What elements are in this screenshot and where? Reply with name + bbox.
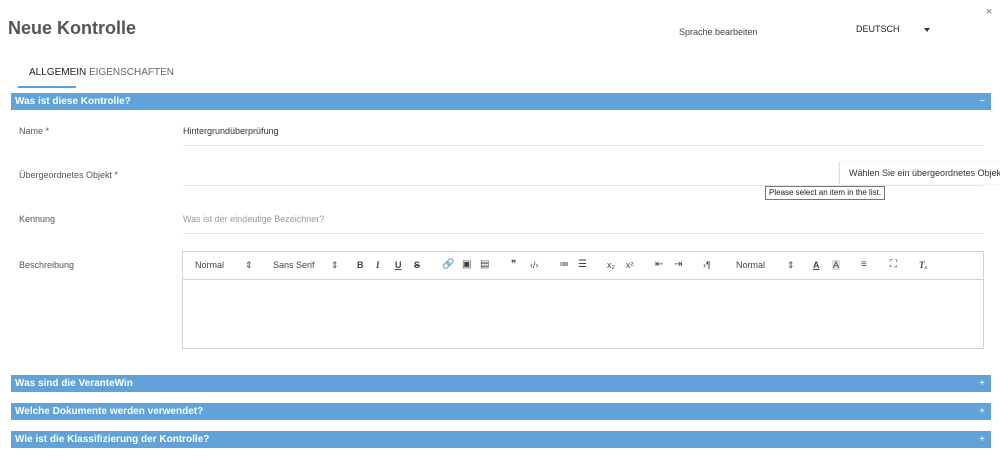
chevron-updown-icon: ⇕ — [331, 260, 339, 270]
dialog-title: Neue Kontrolle — [8, 18, 137, 38]
underline-button[interactable]: U — [395, 260, 402, 270]
size-select[interactable]: Normal — [736, 260, 765, 270]
chevron-updown-icon: ⇕ — [787, 260, 795, 270]
section-title: Was ist diese Kontrolle? — [15, 96, 131, 107]
align-icon[interactable]: ≡ — [861, 259, 867, 270]
tab-allgemein[interactable]: ALLGEMEIN — [29, 67, 86, 78]
bold-button[interactable]: B — [357, 260, 364, 270]
language-label: Sprache bearbeiten — [679, 27, 758, 37]
section-title: Was sind die VeranteWin — [15, 378, 133, 389]
id-label: Kennung — [19, 214, 56, 224]
chevron-down-icon — [924, 28, 930, 32]
italic-button[interactable]: I — [376, 260, 380, 270]
clear-format-icon[interactable]: Tₓ — [919, 260, 928, 270]
link-icon[interactable]: 🔗 — [442, 259, 454, 270]
description-textarea[interactable] — [183, 280, 983, 349]
id-field[interactable]: Was ist der eindeutige Bezeichner? — [183, 214, 983, 234]
strike-button[interactable]: S — [414, 260, 420, 270]
background-color-icon[interactable]: A — [832, 260, 841, 270]
parent-object-tooltip: Wählen Sie ein übergeordnetes Objekt — [839, 162, 1000, 184]
ordered-list-icon[interactable]: ≔ — [559, 259, 569, 270]
rtl-direction-icon[interactable]: ›¶ — [703, 260, 711, 270]
editor-toolbar: Normal ⇕ Sans Serif ⇕ B I U S 🔗 ▣ ▤ ❞ ‹/… — [183, 252, 983, 280]
fullscreen-icon[interactable]: ⛶ — [890, 259, 897, 270]
section-header-classification[interactable]: Wie ist die Klassifizierung der Kontroll… — [11, 431, 991, 448]
description-editor: Normal ⇕ Sans Serif ⇕ B I U S 🔗 ▣ ▤ ❞ ‹/… — [182, 251, 984, 349]
parent-object-label: Übergeordnetes Objekt * — [19, 170, 119, 180]
image-icon[interactable]: ▣ — [462, 259, 471, 270]
section-header-documents[interactable]: Welche Dokumente werden verwendet? + — [11, 403, 991, 420]
text-color-icon[interactable]: A — [813, 260, 820, 270]
expand-icon[interactable]: + — [979, 375, 985, 392]
font-select[interactable]: Sans Serif — [273, 260, 315, 270]
chevron-updown-icon: ⇕ — [245, 260, 253, 270]
language-select[interactable]: DEUTSCH — [856, 24, 940, 38]
name-field[interactable]: Hintergrundüberprüfung — [183, 126, 983, 146]
bullet-list-icon[interactable]: ☰ — [578, 259, 587, 270]
close-icon[interactable]: × — [986, 6, 992, 18]
superscript-button[interactable]: x² — [626, 260, 634, 270]
validation-tooltip: Please select an item in the list. — [765, 186, 886, 200]
tab-eigenschaften[interactable]: EIGENSCHAFTEN — [89, 67, 174, 78]
subscript-button[interactable]: x₂ — [607, 260, 615, 270]
active-tab-indicator — [18, 86, 76, 88]
heading-select[interactable]: Normal — [195, 260, 224, 270]
video-icon[interactable]: ▤ — [480, 259, 489, 270]
code-block-icon[interactable]: ‹/› — [530, 260, 539, 270]
section-title: Wie ist die Klassifizierung der Kontroll… — [15, 434, 210, 445]
expand-icon[interactable]: + — [979, 403, 985, 420]
section-header-control[interactable]: Was ist diese Kontrolle? − — [11, 93, 991, 110]
name-label: Name * — [19, 126, 50, 136]
section-header-responsibles[interactable]: Was sind die VeranteWin + — [11, 375, 991, 392]
blockquote-icon[interactable]: ❞ — [511, 259, 516, 270]
indent-icon[interactable]: ⇥ — [674, 259, 682, 270]
section-title: Welche Dokumente werden verwendet? — [15, 406, 204, 417]
language-select-value: DEUTSCH — [856, 24, 900, 34]
outdent-icon[interactable]: ⇤ — [655, 259, 663, 270]
description-label: Beschreibung — [19, 260, 75, 270]
expand-icon[interactable]: + — [979, 431, 985, 448]
collapse-icon[interactable]: − — [979, 93, 985, 110]
